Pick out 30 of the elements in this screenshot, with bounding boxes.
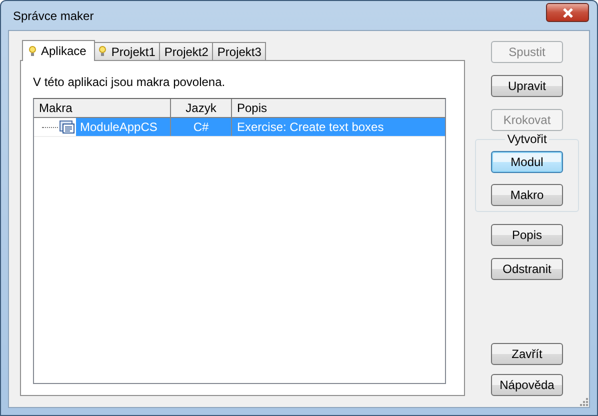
tree-line <box>42 126 58 128</box>
column-header[interactable]: Makra <box>34 99 171 117</box>
tab[interactable]: Aplikace <box>22 40 96 61</box>
status-message: V této aplikaci jsou makra povolena. <box>33 75 226 89</box>
column-header[interactable]: Jazyk <box>171 99 232 117</box>
table-cell: C# <box>171 118 232 136</box>
module-icon <box>59 120 75 134</box>
tab-label: Projekt1 <box>111 44 156 58</box>
group-title: Vytvořit <box>505 132 549 146</box>
tab[interactable]: Projekt2 <box>159 42 214 60</box>
tab-label: Projekt2 <box>164 44 208 58</box>
dialog-button[interactable]: Popis <box>491 224 563 246</box>
tab[interactable]: Projekt1 <box>94 42 160 60</box>
tab[interactable]: Projekt3 <box>212 42 266 60</box>
close-button[interactable] <box>546 3 589 22</box>
light-bulb-icon <box>29 46 36 56</box>
tab-label: Aplikace <box>41 44 86 58</box>
column-header[interactable]: Popis <box>232 99 445 117</box>
close-icon <box>560 8 574 18</box>
resize-grip-icon[interactable] <box>580 398 588 406</box>
tab-label: Projekt3 <box>217 44 262 58</box>
dialog-button[interactable]: Odstranit <box>491 258 563 280</box>
window-title: Správce maker <box>13 8 95 22</box>
dialog-button[interactable]: Upravit <box>491 75 563 97</box>
dialog-button[interactable]: Nápověda <box>491 374 563 396</box>
light-bulb-icon <box>99 46 106 57</box>
dialog-button[interactable]: Zavřít <box>491 343 563 365</box>
dialog-button[interactable]: Modul <box>491 151 563 173</box>
table-cell-text: Exercise: Create text boxes <box>236 119 385 136</box>
dialog-button[interactable]: Makro <box>491 184 563 206</box>
